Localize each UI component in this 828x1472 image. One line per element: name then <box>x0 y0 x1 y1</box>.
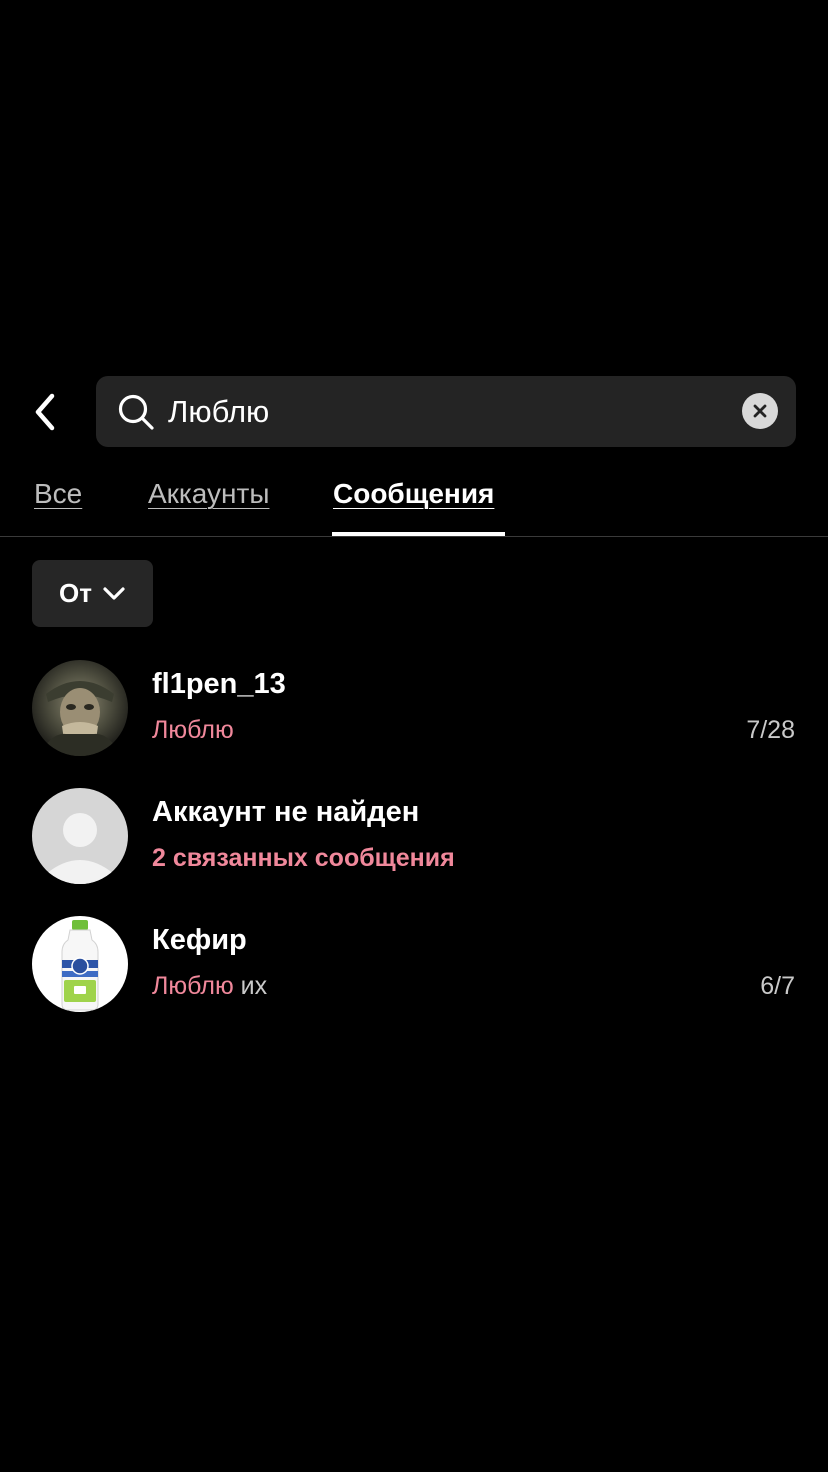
search-tabs: Все Аккаунты Сообщения <box>0 466 828 537</box>
kefir-bottle-photo-avatar <box>32 916 128 1012</box>
result-row[interactable]: Аккаунт не найден 2 связанных сообщения <box>0 782 828 894</box>
snippet-rest: их <box>233 972 268 1000</box>
result-name: Кефир <box>152 924 247 956</box>
avatar <box>32 788 128 884</box>
from-filter-button[interactable]: От <box>32 560 153 627</box>
default-user-icon <box>32 788 128 884</box>
soldier-photo-avatar <box>32 660 128 756</box>
snippet-highlight: Люблю <box>152 972 234 1000</box>
match-count: 6/7 <box>760 972 795 1000</box>
result-name: fl1pen_13 <box>152 668 286 700</box>
active-tab-indicator <box>332 532 505 536</box>
tab-messages[interactable]: Сообщения <box>333 478 494 510</box>
search-input[interactable] <box>168 376 728 447</box>
message-snippet: Люблю их <box>152 972 267 1001</box>
message-snippet: Люблю <box>152 716 234 745</box>
close-icon <box>753 404 767 418</box>
chevron-down-icon <box>103 586 125 600</box>
result-row[interactable]: Кефир Люблю их 6/7 <box>0 910 828 1022</box>
clear-search-button[interactable] <box>742 393 778 429</box>
search-icon <box>118 394 154 430</box>
result-name: Аккаунт не найден <box>152 796 420 828</box>
chevron-left-icon <box>35 393 55 431</box>
avatar <box>32 660 128 756</box>
tab-all[interactable]: Все <box>34 478 82 510</box>
match-count: 7/28 <box>746 716 795 744</box>
avatar <box>32 916 128 1012</box>
tab-accounts[interactable]: Аккаунты <box>148 478 269 510</box>
snippet-highlight: Люблю <box>152 716 234 744</box>
back-button[interactable] <box>24 388 68 436</box>
search-box[interactable] <box>96 376 796 447</box>
search-header <box>0 376 828 448</box>
linked-messages-link[interactable]: 2 связанных сообщения <box>152 844 455 873</box>
result-row[interactable]: fl1pen_13 Люблю 7/28 <box>0 654 828 766</box>
filter-label: От <box>59 578 92 608</box>
